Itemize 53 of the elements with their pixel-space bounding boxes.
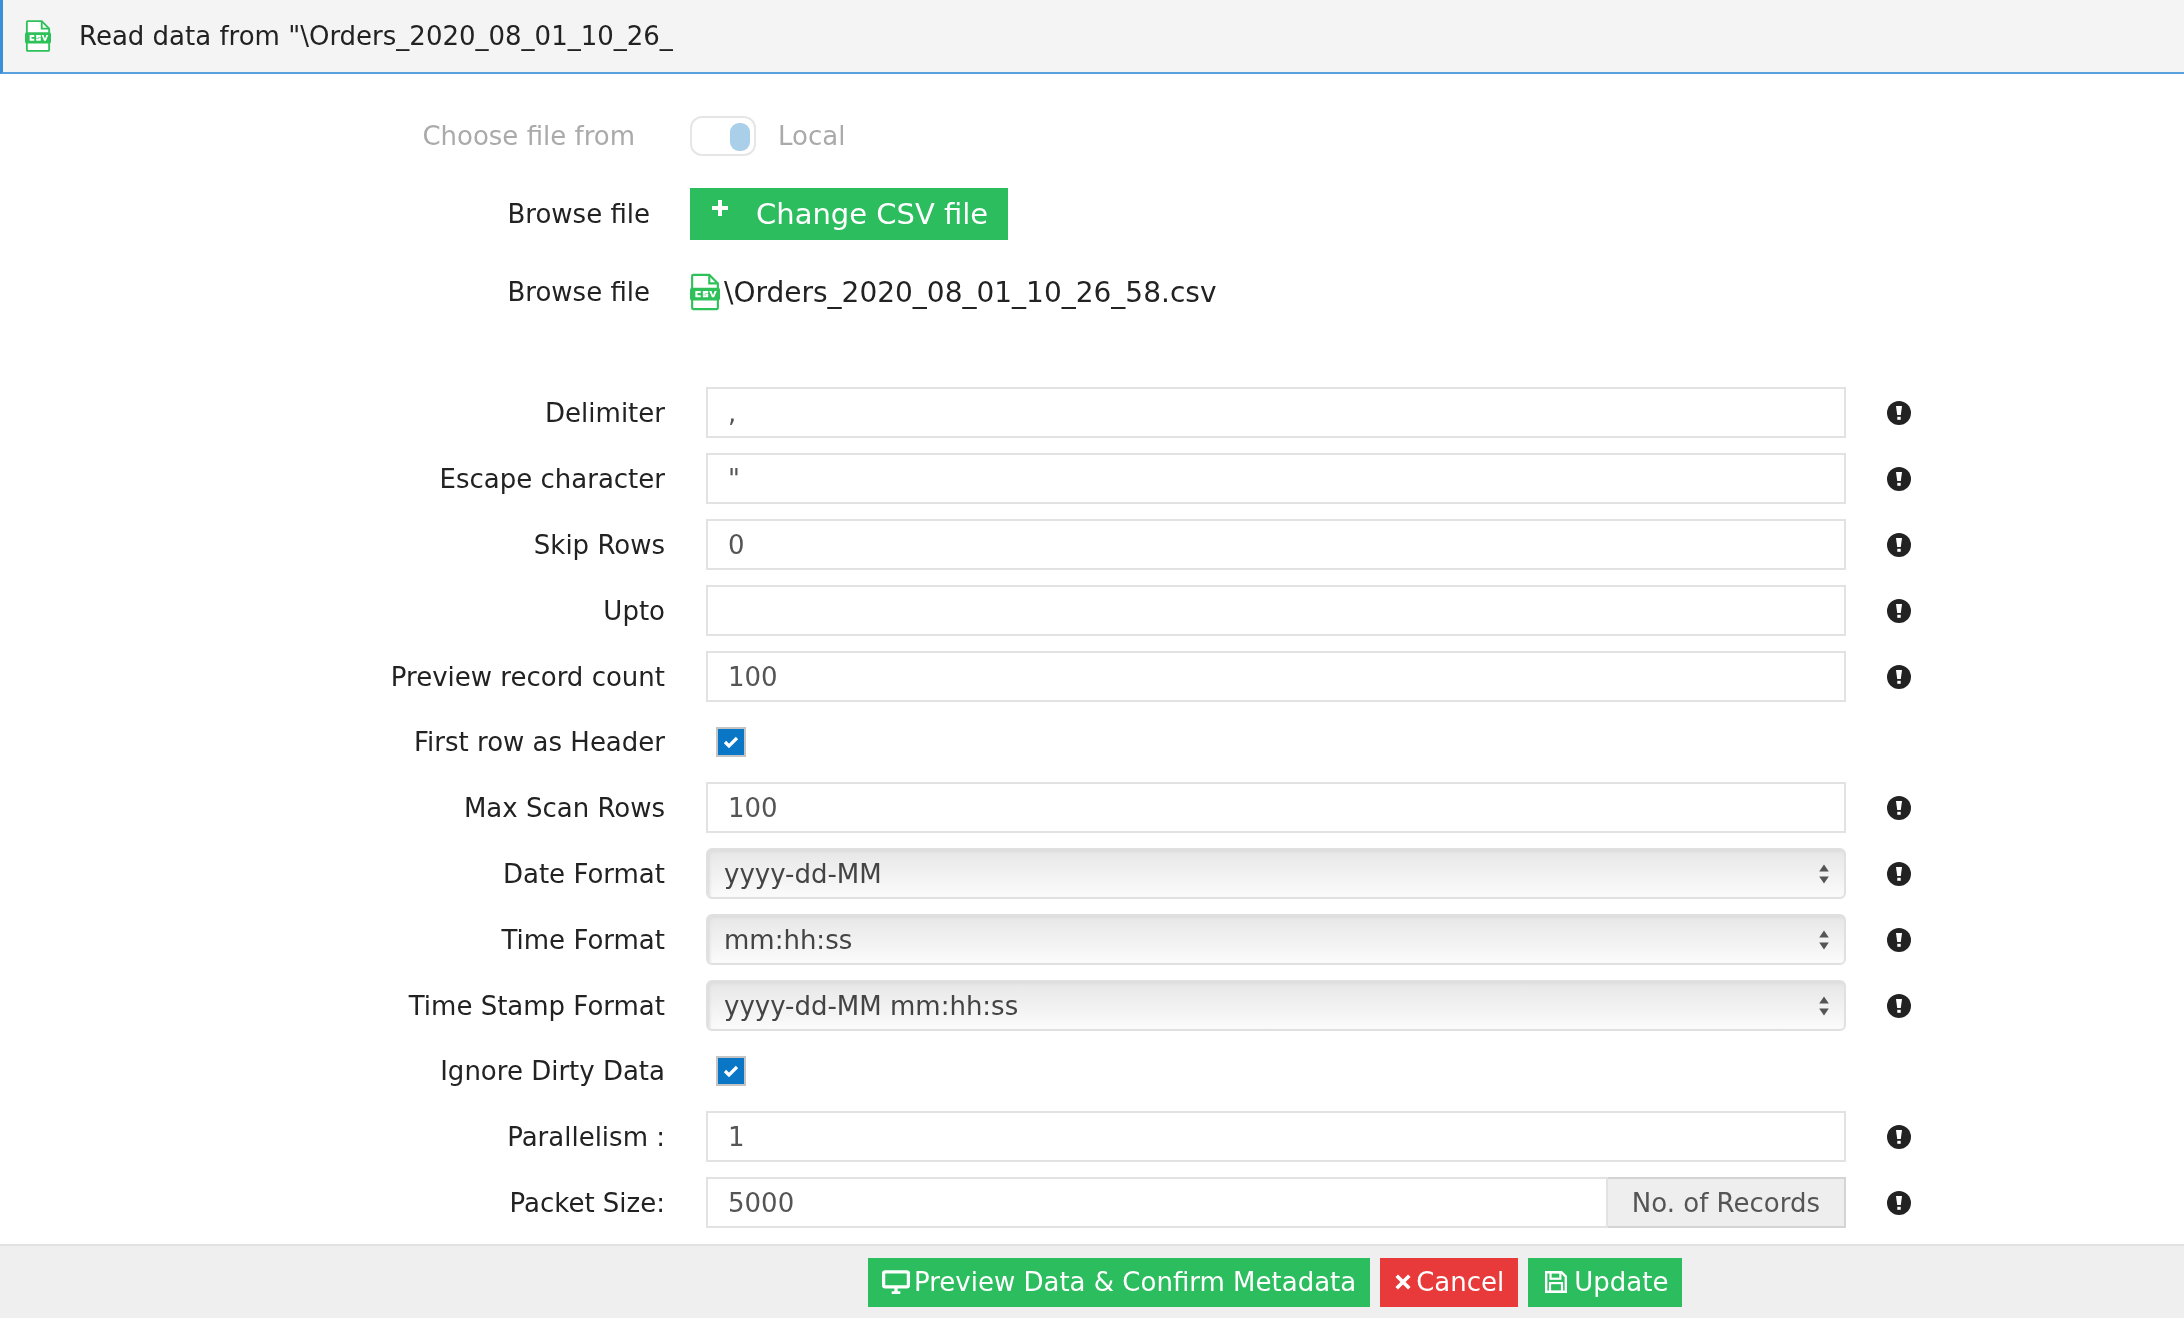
checkbox[interactable]	[716, 1056, 746, 1086]
field-label: Ignore Dirty Data	[440, 1056, 665, 1086]
exclamation-icon[interactable]	[1887, 993, 1911, 1018]
input-field[interactable]: 100	[706, 782, 1846, 833]
csv-file-icon	[25, 20, 51, 52]
input-field[interactable]: 1	[706, 1111, 1846, 1162]
field-label: First row as Header	[414, 727, 665, 757]
exclamation-icon[interactable]	[1887, 532, 1911, 557]
input-field[interactable]: 100	[706, 651, 1846, 702]
sort-arrows-icon	[1818, 862, 1830, 885]
cancel-button[interactable]: Cancel	[1380, 1257, 1519, 1307]
exclamation-icon[interactable]	[1887, 598, 1911, 623]
exclamation-icon[interactable]	[1887, 927, 1911, 952]
window-title: Read data from "\Orders_2020_08_01_10_26_	[79, 21, 673, 51]
file-name: \Orders_2020_08_01_10_26_58.csv	[724, 275, 1217, 309]
input-field[interactable]: 5000	[706, 1177, 1608, 1228]
sort-arrows-icon	[1818, 928, 1830, 951]
input-field[interactable]: ,	[706, 387, 1846, 438]
exclamation-icon[interactable]	[1887, 400, 1911, 425]
checkbox[interactable]	[716, 727, 746, 757]
exclamation-icon[interactable]	[1887, 861, 1911, 886]
exclamation-icon[interactable]	[1887, 664, 1911, 689]
sort-arrows-icon	[1818, 994, 1830, 1017]
exclamation-icon[interactable]	[1887, 1124, 1911, 1149]
exclamation-icon[interactable]	[1887, 1190, 1911, 1215]
dropdown[interactable]: yyyy-dd-MM	[706, 848, 1846, 899]
exclamation-icon[interactable]	[1887, 795, 1911, 820]
field-label: Upto	[603, 595, 665, 626]
input-field[interactable]: 0	[706, 519, 1846, 570]
field-label: Max Scan Rows	[463, 792, 665, 823]
close-icon	[1394, 1273, 1413, 1291]
field-label: Browse file	[507, 277, 650, 307]
field-label: Time Format	[501, 924, 665, 955]
field-label: Skip Rows	[533, 529, 665, 560]
field-label: Date Format	[502, 858, 665, 889]
field-label: Escape character	[439, 463, 665, 494]
dropdown[interactable]: yyyy-dd-MM mm:hh:ss	[706, 980, 1846, 1031]
field-label: Packet Size:	[509, 1187, 665, 1218]
input-field[interactable]: "	[706, 453, 1846, 504]
field-label: Browse file	[507, 199, 650, 229]
field-label: Time Stamp Format	[408, 990, 665, 1021]
input-field[interactable]	[706, 585, 1846, 636]
exclamation-icon[interactable]	[1887, 466, 1911, 491]
toggle-label: Local	[778, 121, 846, 151]
field-label: Delimiter	[545, 397, 665, 428]
field-label: Parallelism :	[507, 1121, 665, 1152]
plus-icon	[710, 198, 730, 218]
dropdown[interactable]: mm:hh:ss	[706, 914, 1846, 965]
monitor-icon	[882, 1270, 910, 1294]
unit-label: No. of Records	[1607, 1177, 1846, 1228]
field-label: Choose file from	[422, 121, 635, 151]
field-label: Preview record count	[390, 661, 665, 692]
csv-file-icon	[690, 273, 720, 311]
